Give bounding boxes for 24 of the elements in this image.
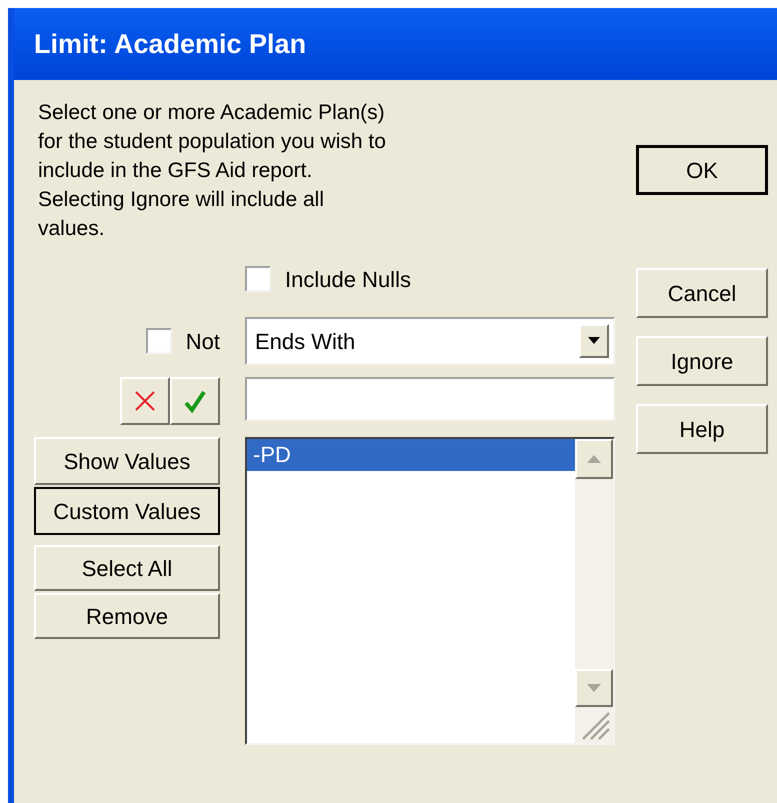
action-button[interactable]: Select All <box>34 545 220 591</box>
dialog-button[interactable]: OK <box>636 145 768 195</box>
not-label: Not <box>186 328 220 356</box>
mode-button[interactable]: Custom Values <box>34 487 220 535</box>
dialog-button[interactable]: Cancel <box>636 268 768 318</box>
instruction-text: Select one or more Academic Plan(s) for the student population you wish to include in the GFS Aid report. Selecting Ignore will include all values. <box>38 100 387 242</box>
dialog-button[interactable]: Ignore <box>636 336 768 386</box>
dialog-button[interactable]: Help <box>636 404 768 454</box>
window-title: Limit: Academic Plan <box>34 28 306 61</box>
operator-dropdown[interactable]: Ends With <box>245 317 615 365</box>
value-input[interactable] <box>245 377 615 421</box>
scroll-down-icon[interactable] <box>575 669 613 707</box>
clear-button[interactable] <box>120 377 170 425</box>
checkmark-icon <box>183 389 207 413</box>
include-nulls-label: Include Nulls <box>285 266 411 294</box>
close-icon <box>133 389 157 413</box>
mode-button[interactable]: Show Values <box>34 437 220 485</box>
checkbox[interactable] <box>146 328 172 354</box>
scroll-up-icon[interactable] <box>575 439 613 479</box>
apply-button[interactable] <box>170 377 220 425</box>
action-button[interactable]: Remove <box>34 593 220 639</box>
list-item[interactable]: -PD <box>247 439 575 471</box>
scrollbar[interactable] <box>575 439 613 743</box>
checkbox[interactable] <box>245 266 271 292</box>
